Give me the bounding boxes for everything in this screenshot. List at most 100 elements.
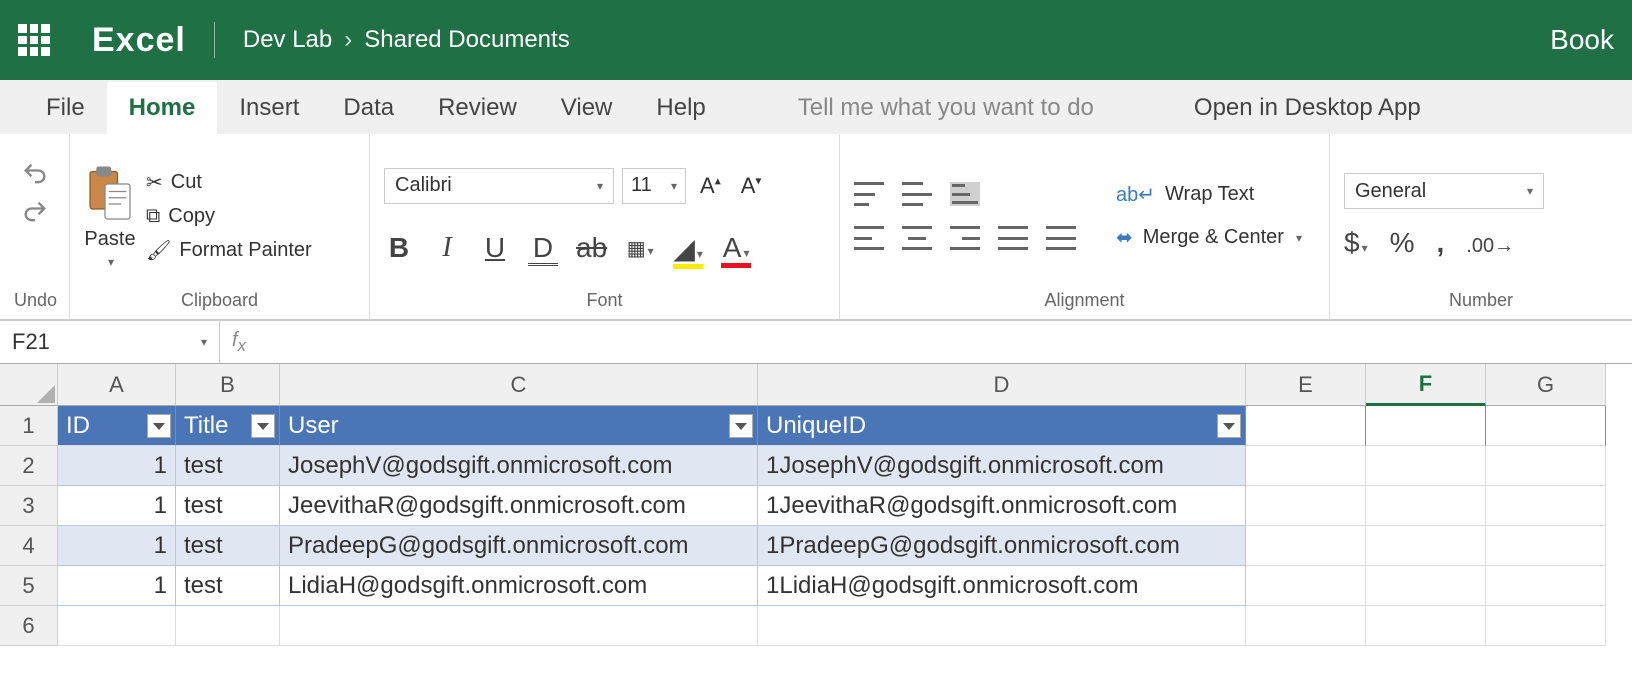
cell-D3[interactable]: 1JeevithaR@godsgift.onmicrosoft.com <box>758 486 1246 526</box>
cell-A6[interactable] <box>58 606 176 646</box>
document-title[interactable]: Book <box>1550 24 1614 56</box>
align-right-button[interactable] <box>950 226 980 250</box>
column-header-B[interactable]: B <box>176 364 280 406</box>
cell-E2[interactable] <box>1246 446 1366 486</box>
column-header-G[interactable]: G <box>1486 364 1606 406</box>
cell-B5[interactable]: test <box>176 566 280 606</box>
cell-E3[interactable] <box>1246 486 1366 526</box>
cell-D4[interactable]: 1PradeepG@godsgift.onmicrosoft.com <box>758 526 1246 566</box>
italic-button[interactable]: I <box>432 232 462 264</box>
cell-C6[interactable] <box>280 606 758 646</box>
cell-C4[interactable]: PradeepG@godsgift.onmicrosoft.com <box>280 526 758 566</box>
font-color-button[interactable]: A▾ <box>721 232 751 264</box>
cell-F4[interactable] <box>1366 526 1486 566</box>
filter-button-D[interactable] <box>1217 414 1241 438</box>
open-in-desktop-button[interactable]: Open in Desktop App <box>1164 82 1451 134</box>
app-launcher-icon[interactable] <box>18 24 50 56</box>
fill-color-button[interactable]: ◢▾ <box>673 232 703 265</box>
tell-me-search[interactable]: Tell me what you want to do <box>768 82 1124 134</box>
cell-B4[interactable]: test <box>176 526 280 566</box>
formula-input[interactable] <box>258 321 1632 363</box>
format-painter-button[interactable]: 🖌Format Painter <box>146 238 312 263</box>
cell-D1[interactable]: UniqueID <box>758 406 1246 446</box>
filter-button-A[interactable] <box>147 414 171 438</box>
fx-icon[interactable]: fx <box>220 329 258 356</box>
undo-button[interactable] <box>21 160 49 188</box>
align-bottom-button[interactable] <box>950 182 980 206</box>
row-header-1[interactable]: 1 <box>0 406 58 446</box>
tab-help[interactable]: Help <box>634 82 727 134</box>
decrease-indent-button[interactable] <box>998 226 1028 250</box>
merge-center-button[interactable]: ⬌Merge & Center▾ <box>1116 225 1302 250</box>
copy-button[interactable]: ⧉Copy <box>146 205 312 228</box>
strikethrough-button[interactable]: ab <box>576 232 607 264</box>
cell-A4[interactable]: 1 <box>58 526 176 566</box>
cell-C3[interactable]: JeevithaR@godsgift.onmicrosoft.com <box>280 486 758 526</box>
cell-D2[interactable]: 1JosephV@godsgift.onmicrosoft.com <box>758 446 1246 486</box>
grow-font-button[interactable]: A▴ <box>694 171 727 201</box>
column-header-A[interactable]: A <box>58 364 176 406</box>
wrap-text-button[interactable]: ab↵Wrap Text <box>1116 182 1302 207</box>
name-box[interactable]: F21▾ <box>0 321 220 363</box>
number-format-select[interactable]: General▾ <box>1344 173 1544 209</box>
cell-B3[interactable]: test <box>176 486 280 526</box>
cell-C2[interactable]: JosephV@godsgift.onmicrosoft.com <box>280 446 758 486</box>
tab-file[interactable]: File <box>24 82 107 134</box>
cell-A2[interactable]: 1 <box>58 446 176 486</box>
cell-G5[interactable] <box>1486 566 1606 606</box>
row-header-4[interactable]: 4 <box>0 526 58 566</box>
column-header-C[interactable]: C <box>280 364 758 406</box>
comma-format-button[interactable]: , <box>1437 227 1445 259</box>
cell-E5[interactable] <box>1246 566 1366 606</box>
cell-B2[interactable]: test <box>176 446 280 486</box>
cell-F5[interactable] <box>1366 566 1486 606</box>
cell-A3[interactable]: 1 <box>58 486 176 526</box>
tab-data[interactable]: Data <box>321 82 416 134</box>
borders-button[interactable]: ▦▾ <box>625 236 655 261</box>
cell-B1[interactable]: Title <box>176 406 280 446</box>
font-name-select[interactable]: Calibri▾ <box>384 168 614 204</box>
cell-C5[interactable]: LidiaH@godsgift.onmicrosoft.com <box>280 566 758 606</box>
align-top-button[interactable] <box>854 182 884 206</box>
align-middle-button[interactable] <box>902 182 932 206</box>
cell-D6[interactable] <box>758 606 1246 646</box>
tab-review[interactable]: Review <box>416 82 539 134</box>
accounting-format-button[interactable]: $▾ <box>1344 227 1368 259</box>
cell-G6[interactable] <box>1486 606 1606 646</box>
cell-F2[interactable] <box>1366 446 1486 486</box>
row-header-5[interactable]: 5 <box>0 566 58 606</box>
breadcrumb-site[interactable]: Dev Lab <box>243 26 332 54</box>
row-header-6[interactable]: 6 <box>0 606 58 646</box>
tab-home[interactable]: Home <box>107 82 218 134</box>
cell-G3[interactable] <box>1486 486 1606 526</box>
cell-A1[interactable]: ID <box>58 406 176 446</box>
row-header-2[interactable]: 2 <box>0 446 58 486</box>
underline-button[interactable]: U <box>480 232 510 264</box>
cell-D5[interactable]: 1LidiaH@godsgift.onmicrosoft.com <box>758 566 1246 606</box>
cell-E1[interactable] <box>1246 406 1366 446</box>
cell-F6[interactable] <box>1366 606 1486 646</box>
increase-decimal-button[interactable]: .00→ <box>1466 235 1514 258</box>
select-all-corner[interactable] <box>0 364 58 406</box>
cell-G1[interactable] <box>1486 406 1606 446</box>
bold-button[interactable]: B <box>384 232 414 264</box>
align-left-button[interactable] <box>854 226 884 250</box>
filter-button-C[interactable] <box>729 414 753 438</box>
filter-button-B[interactable] <box>251 414 275 438</box>
paste-button[interactable]: Paste ▾ <box>84 164 136 269</box>
cell-F1[interactable] <box>1366 406 1486 446</box>
row-header-3[interactable]: 3 <box>0 486 58 526</box>
cell-G4[interactable] <box>1486 526 1606 566</box>
cell-E6[interactable] <box>1246 606 1366 646</box>
cell-B6[interactable] <box>176 606 280 646</box>
double-underline-button[interactable]: D <box>528 232 558 264</box>
cell-A5[interactable]: 1 <box>58 566 176 606</box>
cell-G2[interactable] <box>1486 446 1606 486</box>
percent-format-button[interactable]: % <box>1390 227 1415 259</box>
redo-button[interactable] <box>21 198 49 226</box>
tab-view[interactable]: View <box>539 82 635 134</box>
column-header-E[interactable]: E <box>1246 364 1366 406</box>
font-size-select[interactable]: 11▾ <box>622 168 686 204</box>
shrink-font-button[interactable]: A▾ <box>735 171 768 201</box>
column-header-D[interactable]: D <box>758 364 1246 406</box>
